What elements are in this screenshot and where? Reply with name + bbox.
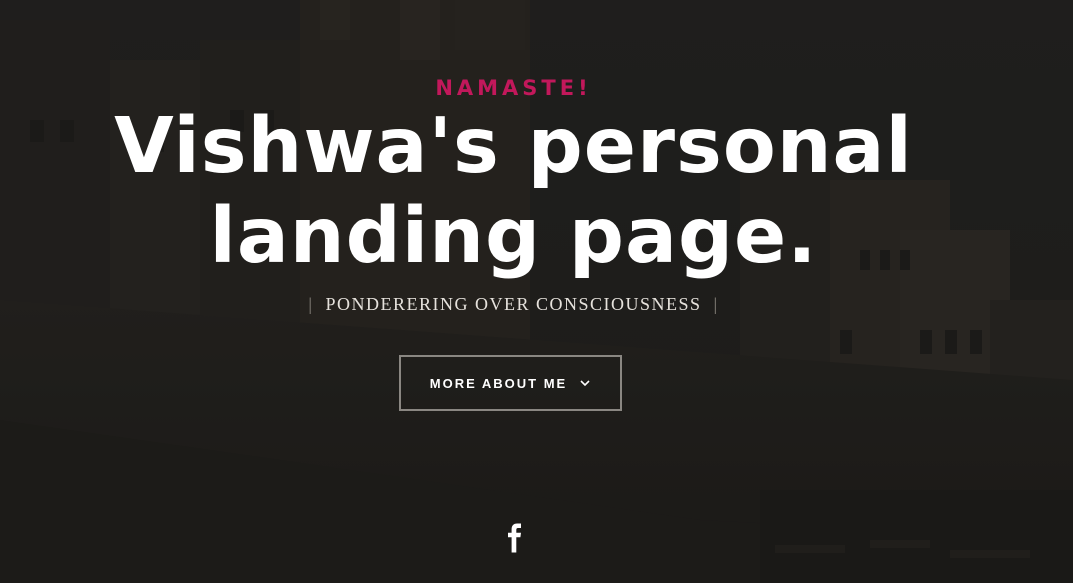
hero-tagline: | PONDERERING OVER CONSCIOUSNESS | (0, 294, 1027, 315)
tagline-divider-left: | (308, 294, 314, 314)
headline-line-2: landing page. (209, 192, 818, 281)
hero-content: NAMASTE! Vishwa's personal landing page.… (0, 0, 1073, 583)
hero-kicker: NAMASTE! (435, 76, 592, 100)
more-about-me-label: MORE ABOUT ME (429, 375, 568, 391)
facebook-icon (506, 523, 524, 557)
tagline-divider-right: | (713, 294, 719, 314)
facebook-link[interactable] (503, 522, 527, 558)
chevron-down-icon (579, 377, 591, 389)
hero-headline: Vishwa's personal landing page. (0, 102, 1027, 282)
headline-line-1: Vishwa's personal (114, 102, 913, 191)
more-about-me-button[interactable]: MORE ABOUT ME (399, 355, 622, 411)
tagline-text: PONDERERING OVER CONSCIOUSNESS (325, 294, 702, 314)
hero-section: NAMASTE! Vishwa's personal landing page.… (0, 0, 1073, 583)
